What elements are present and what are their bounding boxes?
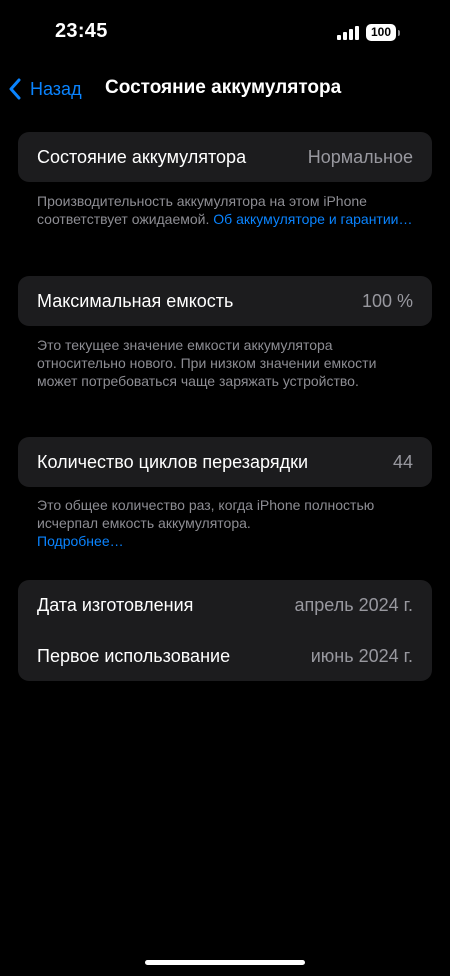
back-button[interactable]: Назад [8, 73, 82, 105]
status-time: 23:45 [55, 20, 108, 42]
cycle-count-card: Количество циклов перезарядки 44 [18, 437, 432, 487]
cellular-signal-icon [337, 26, 359, 40]
navigation-bar: Назад Состояние аккумулятора [0, 68, 450, 108]
cycle-count-label: Количество циклов перезарядки [37, 451, 309, 472]
manufacture-date-row: Дата изготовления апрель 2024 г. [18, 580, 432, 631]
max-capacity-value: 100 % [361, 290, 413, 311]
battery-health-row: Состояние аккумулятора Нормальное [18, 132, 432, 182]
battery-icon: 100 [366, 24, 396, 41]
battery-level: 100 [370, 25, 392, 39]
chevron-left-icon [9, 78, 21, 100]
home-indicator[interactable] [145, 960, 305, 965]
max-capacity-card: Максимальная емкость 100 % [18, 276, 432, 326]
cycle-count-footnote: Это общее количество раз, когда iPhone п… [37, 496, 417, 550]
dates-card: Дата изготовления апрель 2024 г. Первое … [18, 580, 432, 681]
page-title: Состояние аккумулятора [105, 77, 342, 98]
battery-nub [398, 30, 400, 36]
cycle-count-row: Количество циклов перезарядки 44 [18, 437, 432, 487]
battery-health-value: Нормальное [307, 146, 413, 167]
max-capacity-footnote: Это текущее значение емкости аккумулятор… [37, 337, 377, 389]
status-bar: 23:45 100 [0, 0, 450, 66]
learn-more-link[interactable]: Подробнее… [37, 533, 124, 549]
back-label: Назад [30, 78, 82, 99]
battery-health-label: Состояние аккумулятора [37, 146, 247, 167]
manufacture-date-value: апрель 2024 г. [294, 595, 413, 615]
max-capacity-label: Максимальная емкость [37, 290, 234, 311]
max-capacity-row: Максимальная емкость 100 % [18, 276, 432, 326]
battery-warranty-link[interactable]: Об аккумуляторе и гарантии… [213, 211, 412, 227]
first-use-value: июнь 2024 г. [310, 645, 413, 666]
cycle-count-value: 44 [392, 451, 413, 472]
first-use-row: Первое использование июнь 2024 г. [18, 631, 432, 681]
first-use-label: Первое использование [37, 645, 231, 666]
cycle-count-footnote-text: Это общее количество раз, когда iPhone п… [37, 497, 375, 531]
battery-health-footnote: Производительность аккумулятора на этом … [37, 192, 417, 228]
manufacture-date-label: Дата изготовления [37, 595, 194, 615]
battery-health-card: Состояние аккумулятора Нормальное [18, 132, 432, 182]
